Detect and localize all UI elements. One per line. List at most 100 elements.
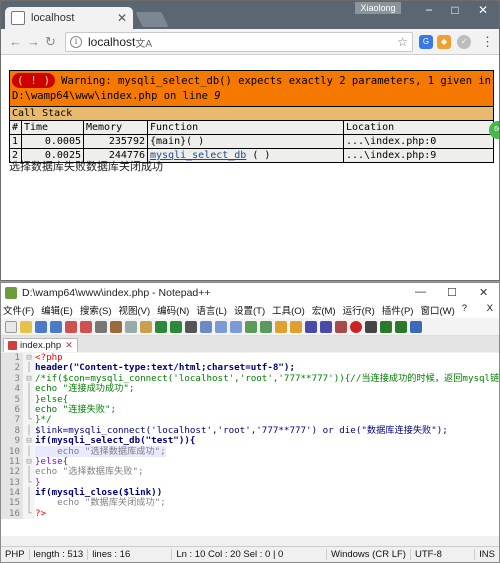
menu-encoding[interactable]: 编码(N) (157, 303, 189, 318)
code-text[interactable]: echo "选择数据库成功"; (35, 445, 166, 457)
menu-search[interactable]: 搜索(S) (80, 303, 112, 318)
tab-index-php[interactable]: index.php ✕ (3, 338, 78, 352)
new-file-icon[interactable] (5, 320, 17, 333)
status-length: length : 513 (30, 549, 89, 560)
extension-icon[interactable]: ✓ (457, 35, 471, 49)
function-list-icon[interactable] (320, 320, 332, 333)
menu-macro[interactable]: 宏(M) (312, 303, 336, 318)
zoom-in-icon[interactable] (215, 320, 227, 333)
play-macro-icon[interactable] (380, 320, 392, 333)
minimize-icon[interactable]: − (419, 3, 439, 17)
new-tab-button[interactable] (135, 12, 169, 27)
code-text[interactable]: ?> (35, 508, 46, 519)
minimize-icon[interactable]: — (415, 286, 426, 298)
find-icon[interactable] (185, 320, 197, 333)
open-file-icon[interactable] (20, 320, 32, 333)
function-doc-link[interactable]: mysqli_select_db (150, 150, 246, 161)
code-text[interactable]: echo "连接成功成功"; (35, 383, 134, 394)
url-text[interactable]: localhost (88, 35, 135, 49)
save-all-icon[interactable] (50, 320, 62, 333)
indent-guide-icon[interactable] (290, 320, 302, 333)
doc-map-icon[interactable] (305, 320, 317, 333)
back-icon[interactable]: ← (9, 34, 22, 49)
extension-icon[interactable]: G (419, 35, 433, 49)
close-icon[interactable] (65, 320, 77, 333)
status-lines: lines : 16 (88, 549, 173, 560)
cell: 235792 (83, 134, 148, 149)
menu-tools[interactable]: 工具(O) (272, 303, 305, 318)
cut-icon[interactable] (110, 320, 122, 333)
print-icon[interactable] (95, 320, 107, 333)
address-bar[interactable]: i localhost 文A ☆ (65, 32, 413, 52)
close-doc-icon[interactable]: X (487, 303, 493, 318)
maximize-icon[interactable]: □ (445, 3, 465, 17)
code-line[interactable]: 12 │ echo "选择数据库失败"; (1, 466, 499, 478)
code-text[interactable]: echo "数据库关闭成功"; (35, 497, 166, 508)
sync-scroll-icon[interactable] (245, 320, 257, 333)
show-all-chars-icon[interactable] (275, 320, 287, 333)
redo-icon[interactable] (170, 320, 182, 333)
code-text[interactable]: if(mysqli_select_db("test")){ (35, 435, 195, 446)
record-macro-icon[interactable] (350, 320, 362, 333)
save-macro-icon[interactable] (410, 320, 422, 333)
status-encoding: UTF-8 (411, 549, 476, 560)
save-icon[interactable] (35, 320, 47, 333)
info-icon[interactable]: i (70, 36, 82, 48)
code-text[interactable]: }else{ (35, 394, 68, 405)
code-line[interactable]: 16 └ ?> (1, 508, 499, 520)
menu-plugins[interactable]: 插件(P) (382, 303, 414, 318)
code-editor[interactable]: 1 ⊟ <?php 2 │ header("Content-type:text/html… (1, 353, 499, 536)
tab-close-icon[interactable]: ✕ (65, 340, 73, 351)
file-tab-bar: index.php ✕ (1, 336, 499, 352)
menu-help[interactable]: ? (462, 303, 467, 318)
replace-icon[interactable] (200, 320, 212, 333)
tab-close-icon[interactable]: ✕ (117, 11, 127, 25)
code-text[interactable]: }*/ (35, 414, 52, 425)
code-line-current[interactable]: 10 │ echo "选择数据库成功"; (1, 445, 499, 457)
code-line[interactable]: 4 │ echo "连接成功成功"; (1, 383, 499, 395)
translate-icon[interactable]: 文A (135, 35, 152, 50)
menu-view[interactable]: 视图(V) (118, 303, 150, 318)
code-line[interactable]: 9 ⊟ if(mysqli_select_db("test")){ (1, 435, 499, 447)
menu-edit[interactable]: 编辑(E) (41, 303, 73, 318)
zoom-out-icon[interactable] (230, 320, 242, 333)
cell: 1 (9, 134, 22, 149)
undo-icon[interactable] (155, 320, 167, 333)
menu-icon[interactable]: ⋮ (481, 34, 494, 50)
forward-icon[interactable]: → (27, 34, 40, 49)
reload-icon[interactable]: ↻ (45, 34, 56, 50)
profile-name[interactable]: Xiaolong (355, 2, 401, 14)
code-line[interactable]: 15 │ echo "数据库关闭成功"; (1, 497, 499, 509)
warning-text: Warning: mysqli_select_db() expects exac… (12, 75, 491, 102)
copy-icon[interactable] (125, 320, 137, 333)
file-tab-label: index.php (20, 340, 62, 351)
col-function: Function (147, 120, 344, 135)
code-text[interactable]: echo "选择数据库失败"; (35, 466, 144, 477)
npp-toolbar (1, 318, 499, 336)
menu-bar: 文件(F) 编辑(E) 搜索(S) 视图(V) 编码(N) 语言(L) 设置(T… (1, 303, 499, 318)
menu-language[interactable]: 语言(L) (196, 303, 227, 318)
stop-macro-icon[interactable] (365, 320, 377, 333)
close-all-icon[interactable] (80, 320, 92, 333)
unsaved-icon (8, 341, 17, 350)
maximize-icon[interactable]: ☐ (447, 286, 457, 299)
run-macro-multiple-icon[interactable] (395, 320, 407, 333)
menu-settings[interactable]: 设置(T) (234, 303, 265, 318)
code-text[interactable]: header("Content-type:text/html;charset=u… (35, 362, 295, 373)
paste-icon[interactable] (140, 320, 152, 333)
menu-window[interactable]: 窗口(W) (420, 303, 454, 318)
bookmark-star-icon[interactable]: ☆ (397, 35, 408, 49)
menu-file[interactable]: 文件(F) (3, 303, 34, 318)
extension-icon[interactable]: ◆ (437, 35, 451, 49)
word-wrap-icon[interactable] (260, 320, 272, 333)
tab-localhost[interactable]: localhost ✕ (5, 7, 133, 29)
code-line[interactable]: 6 │ echo "连接失败"; (1, 404, 499, 416)
line-number: 9 (1, 435, 23, 447)
close-window-icon[interactable]: ✕ (473, 3, 493, 17)
menu-run[interactable]: 运行(R) (343, 303, 375, 318)
fold-marker-icon[interactable]: ⊟ (23, 435, 35, 447)
folder-workspace-icon[interactable] (335, 320, 347, 333)
close-window-icon[interactable]: ✕ (479, 286, 488, 299)
code-text[interactable]: $link=mysqli_connect('localhost','root',… (35, 425, 448, 436)
xdebug-error-table: ( ! ) Warning: mysqli_select_db() expects… (9, 70, 494, 163)
